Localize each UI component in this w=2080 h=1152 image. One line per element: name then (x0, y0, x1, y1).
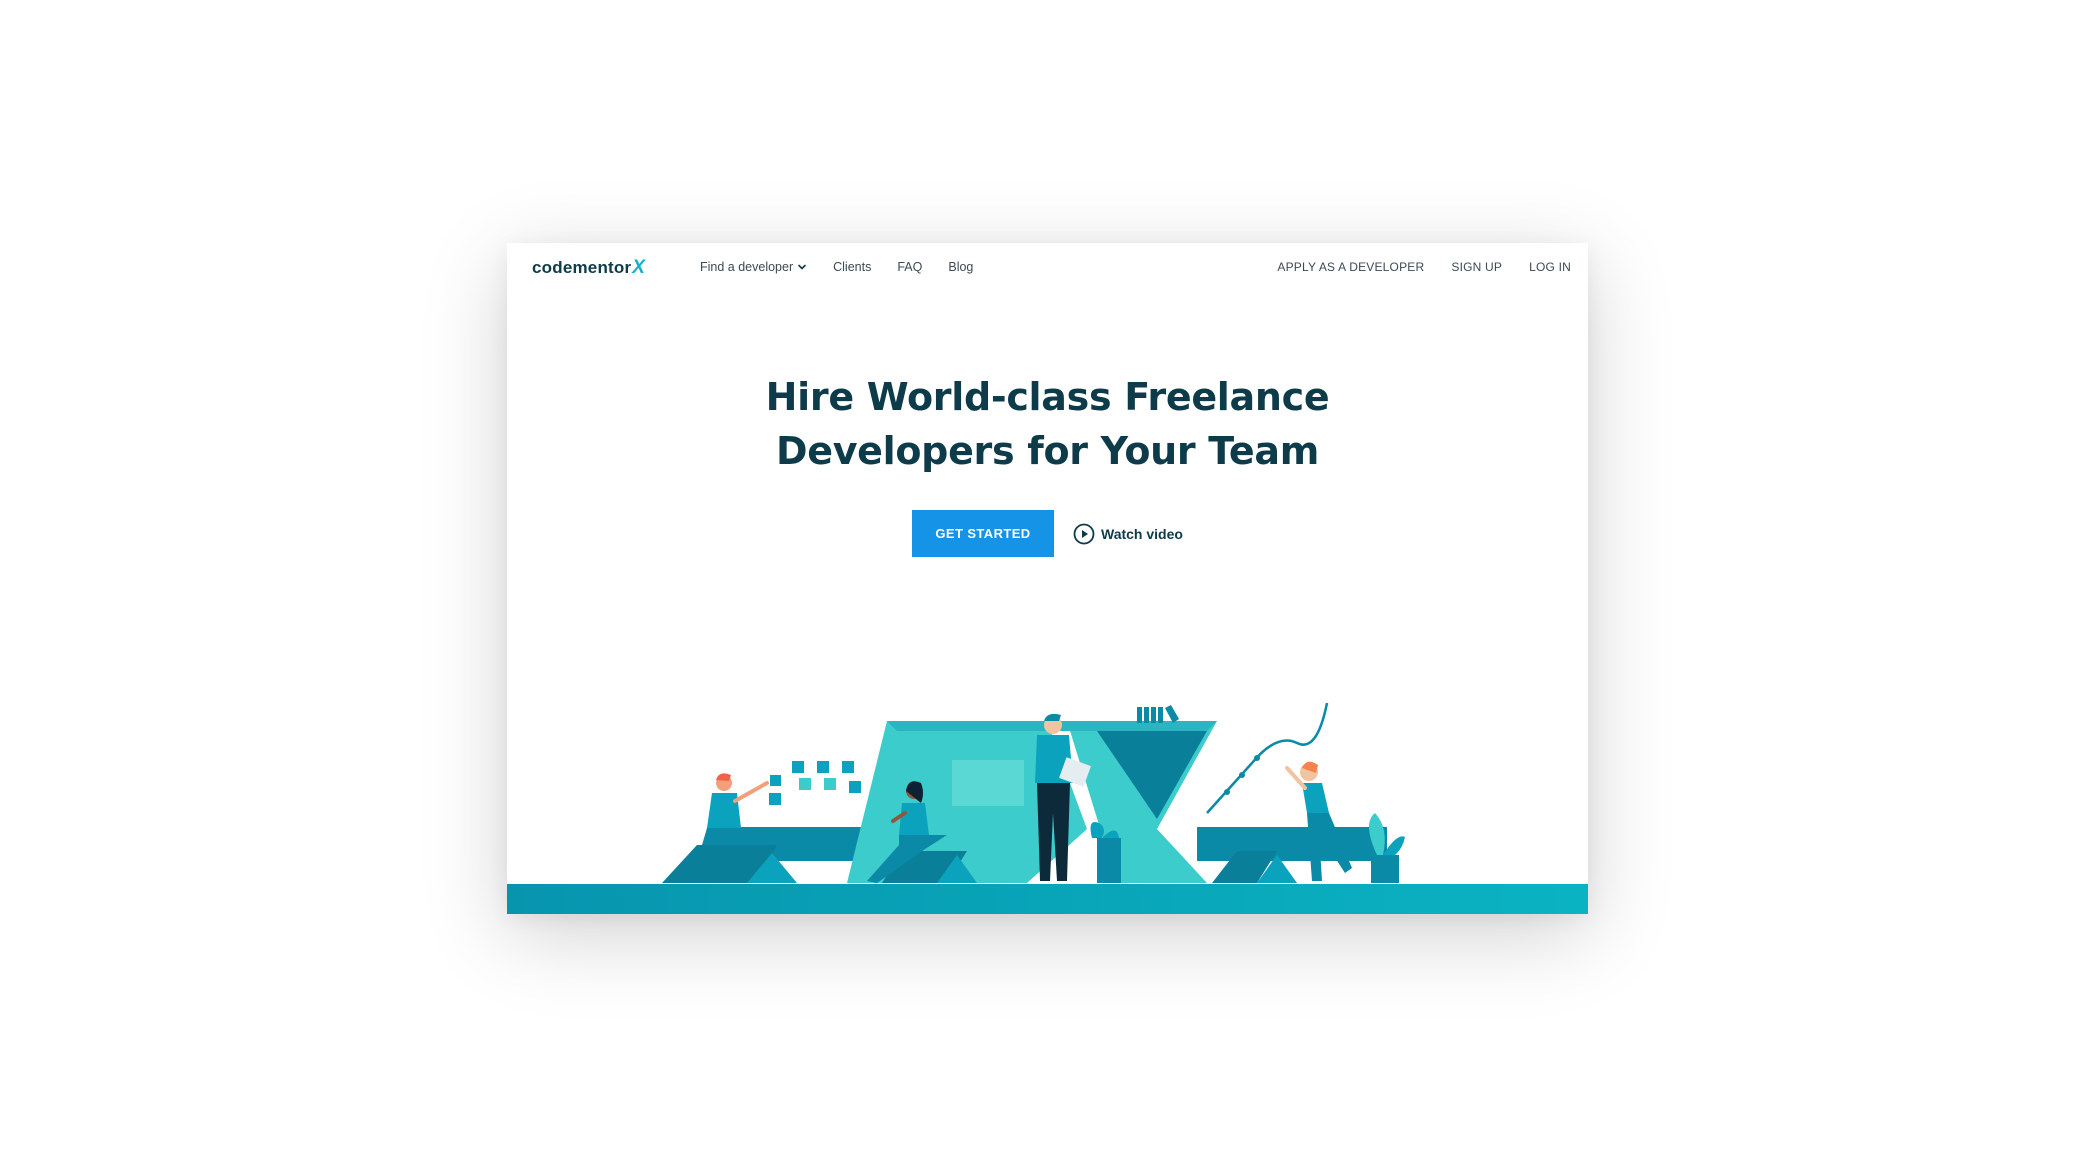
nav-sign-up[interactable]: SIGN UP (1451, 260, 1502, 274)
book-tilted (1165, 705, 1179, 723)
nav-find-developer-label: Find a developer (700, 260, 794, 274)
hero-title-line-2: Developers for Your Team (775, 429, 1319, 473)
watch-video-link[interactable]: Watch video (1073, 523, 1183, 545)
hero-cta-row: GET STARTED Watch video (912, 510, 1183, 557)
floating-square (849, 781, 861, 793)
chart-point (1239, 772, 1245, 778)
chart-point (1254, 755, 1260, 761)
floating-square (769, 793, 781, 805)
logo-accent: X (632, 257, 646, 278)
plant-right-pot (1371, 855, 1399, 883)
desk-right-block (1197, 827, 1387, 861)
nav-blog[interactable]: Blog (948, 260, 973, 274)
book (1151, 707, 1156, 723)
plant-middle-pot (1097, 838, 1121, 883)
chart-point (1224, 789, 1230, 795)
top-navigation: codementor X Find a developer Clients FAQ… (507, 243, 1588, 293)
person-left-arm (733, 781, 769, 803)
screenshot-stage: codementor X Find a developer Clients FAQ… (0, 0, 2080, 1152)
person-left-hair (716, 773, 731, 781)
nav-blog-label: Blog (948, 260, 974, 274)
book (1158, 707, 1163, 723)
person-mid-body (899, 803, 929, 835)
watch-video-label: Watch video (1101, 525, 1183, 542)
nav-right-menu: APPLY AS A DEVELOPER SIGN UP LOG IN (1250, 260, 1571, 274)
chevron-down-icon (798, 264, 806, 270)
book (1144, 707, 1149, 723)
monitor-screen (952, 760, 1024, 806)
nav-clients-label: Clients (833, 260, 872, 274)
floating-square (817, 761, 829, 773)
nav-apply-developer[interactable]: APPLY AS A DEVELOPER (1277, 260, 1424, 274)
nav-find-developer[interactable]: Find a developer (700, 260, 807, 274)
person-center-hair (1044, 713, 1061, 721)
nav-faq-label: FAQ (897, 260, 923, 274)
floating-square (842, 761, 854, 773)
nav-left-menu: Find a developer Clients FAQ Blog (700, 260, 999, 274)
play-circle-icon (1073, 523, 1095, 544)
logo[interactable]: codementor X (532, 257, 645, 279)
floating-square (799, 778, 811, 790)
floating-square (824, 778, 836, 790)
get-started-button[interactable]: GET STARTED (912, 510, 1054, 557)
logo-text: codementor (532, 258, 632, 277)
nav-log-in[interactable]: LOG IN (1529, 260, 1571, 274)
hero-title: Hire World-class Freelance Developers fo… (507, 370, 1588, 478)
nav-clients[interactable]: Clients (833, 260, 871, 274)
hero-title-line-1: Hire World-class Freelance (765, 375, 1330, 419)
nav-faq[interactable]: FAQ (897, 260, 922, 274)
book (1137, 707, 1142, 723)
ground-band (507, 884, 1588, 914)
floating-square (792, 761, 804, 773)
person-left-cube (770, 775, 781, 786)
hero-illustration (507, 702, 1588, 914)
person-left-legs (702, 828, 757, 845)
browser-window: codementor X Find a developer Clients FAQ… (507, 243, 1588, 914)
